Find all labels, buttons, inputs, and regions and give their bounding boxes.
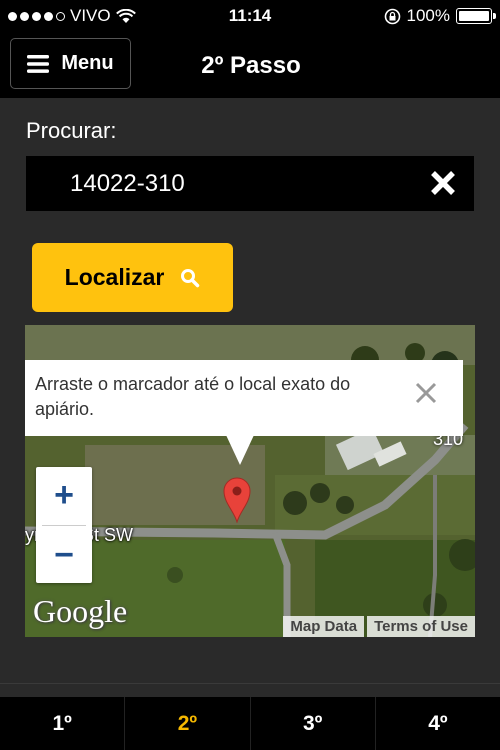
tab-step-2[interactable]: 2º <box>124 697 249 750</box>
info-window: Arraste o marcador até o local exato do … <box>25 360 463 436</box>
hamburger-icon <box>27 54 50 73</box>
search-icon <box>181 268 200 287</box>
map-marker-icon[interactable] <box>222 475 252 523</box>
info-text: Arraste o marcador até o local exato do … <box>35 374 351 419</box>
tab-step-1[interactable]: 1º <box>0 697 124 750</box>
search-label: Procurar: <box>26 118 117 143</box>
zoom-control: + − <box>36 467 92 583</box>
rotation-lock-icon <box>384 8 400 24</box>
status-bar: VIVO 11:14 100% <box>0 0 500 32</box>
step-tabs: 1º 2º 3º 4º <box>0 697 500 750</box>
battery-icon <box>456 8 496 24</box>
zoom-out-button[interactable]: − <box>36 527 92 583</box>
battery-percent: 100% <box>406 6 450 25</box>
tab-step-3[interactable]: 3º <box>249 697 375 750</box>
footer-divider <box>0 683 500 684</box>
map-data-link[interactable]: Map Data <box>283 616 365 637</box>
search-field <box>26 156 474 211</box>
locate-button[interactable]: Localizar <box>32 243 233 312</box>
page-title: 2º Passo <box>201 52 301 79</box>
zoom-divider <box>42 525 86 526</box>
terms-of-use-link[interactable]: Terms of Use <box>367 616 475 637</box>
menu-button[interactable]: Menu <box>10 38 131 89</box>
search-input[interactable] <box>26 156 416 211</box>
map-view[interactable]: ynfield St SW 310 Arraste o marcador até… <box>25 325 475 637</box>
locate-button-label: Localizar <box>64 264 165 290</box>
info-window-pointer <box>226 435 254 465</box>
map-attribution: Map Data Terms of Use <box>283 616 475 637</box>
zoom-in-button[interactable]: + <box>36 467 92 523</box>
close-icon[interactable] <box>415 382 437 404</box>
clear-search-icon[interactable] <box>428 168 458 198</box>
status-right: 100% <box>384 6 496 26</box>
google-logo: Google <box>33 593 128 629</box>
tab-step-4[interactable]: 4º <box>374 697 500 750</box>
menu-label: Menu <box>61 52 114 74</box>
nav-bar: Menu 2º Passo <box>0 32 500 98</box>
